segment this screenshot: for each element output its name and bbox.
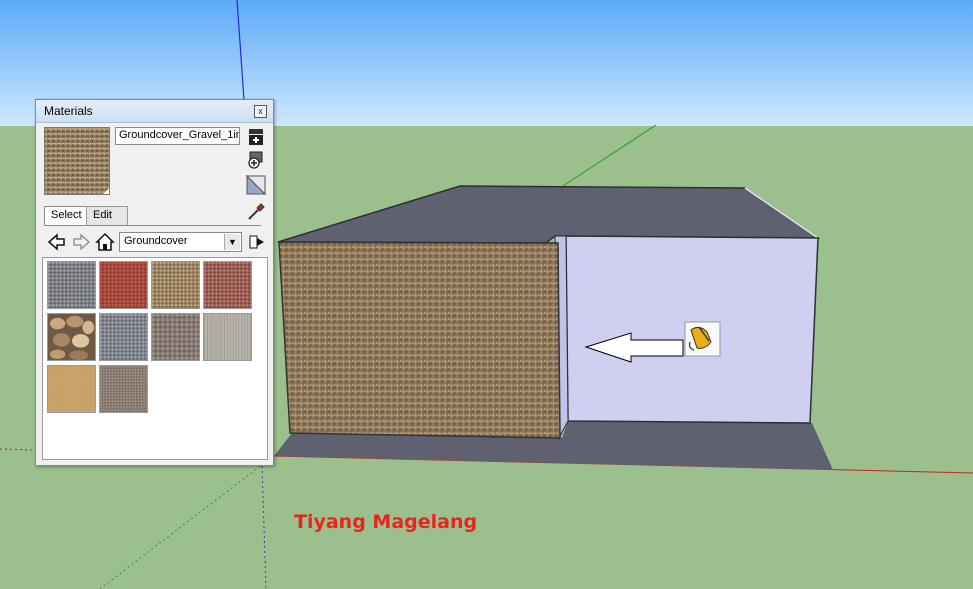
swatch-sand[interactable]	[47, 365, 96, 413]
swatch-gravel-tan[interactable]	[151, 261, 200, 309]
panel-titlebar[interactable]: Materials x	[36, 100, 273, 123]
swatch-red-stone[interactable]	[99, 261, 148, 309]
details-arrow-icon[interactable]	[247, 232, 267, 252]
swatch-gravel-blue-gray[interactable]	[99, 313, 148, 361]
tab-edit[interactable]: Edit	[86, 206, 128, 225]
default-material-icon[interactable]	[246, 175, 266, 195]
tab-divider	[44, 225, 261, 226]
swatch-grid	[42, 257, 268, 460]
material-preview	[44, 127, 110, 195]
eyedropper-icon[interactable]	[246, 202, 266, 222]
tab-select[interactable]: Select	[44, 206, 89, 226]
material-name-field[interactable]: Groundcover_Gravel_1in	[115, 127, 240, 145]
forward-arrow-icon[interactable]	[71, 232, 91, 252]
swatch-gray-texture[interactable]	[203, 313, 252, 361]
collection-value: Groundcover	[124, 235, 188, 247]
create-material-icon[interactable]	[246, 127, 266, 147]
home-icon[interactable]	[95, 232, 115, 252]
swatch-gravel-gray[interactable]	[47, 261, 96, 309]
add-to-model-icon[interactable]	[246, 150, 266, 170]
watermark-text: Tiyang Magelang	[294, 511, 478, 533]
back-arrow-icon[interactable]	[47, 232, 67, 252]
collection-dropdown[interactable]: Groundcover ▼	[119, 232, 242, 252]
swatch-mixed-gravel[interactable]	[151, 313, 200, 361]
swatch-fine-gravel[interactable]	[99, 365, 148, 413]
gravel-wall-shading	[279, 242, 560, 438]
paint-bucket-icon	[684, 321, 721, 357]
chevron-down-icon[interactable]: ▼	[224, 234, 240, 250]
panel-title: Materials	[44, 104, 93, 118]
swatch-red-gravel[interactable]	[203, 261, 252, 309]
swatch-river-rock[interactable]	[47, 313, 96, 361]
close-button[interactable]: x	[254, 105, 267, 118]
materials-panel[interactable]: Materials x Groundcover_Gravel_1in Selec…	[35, 99, 274, 466]
